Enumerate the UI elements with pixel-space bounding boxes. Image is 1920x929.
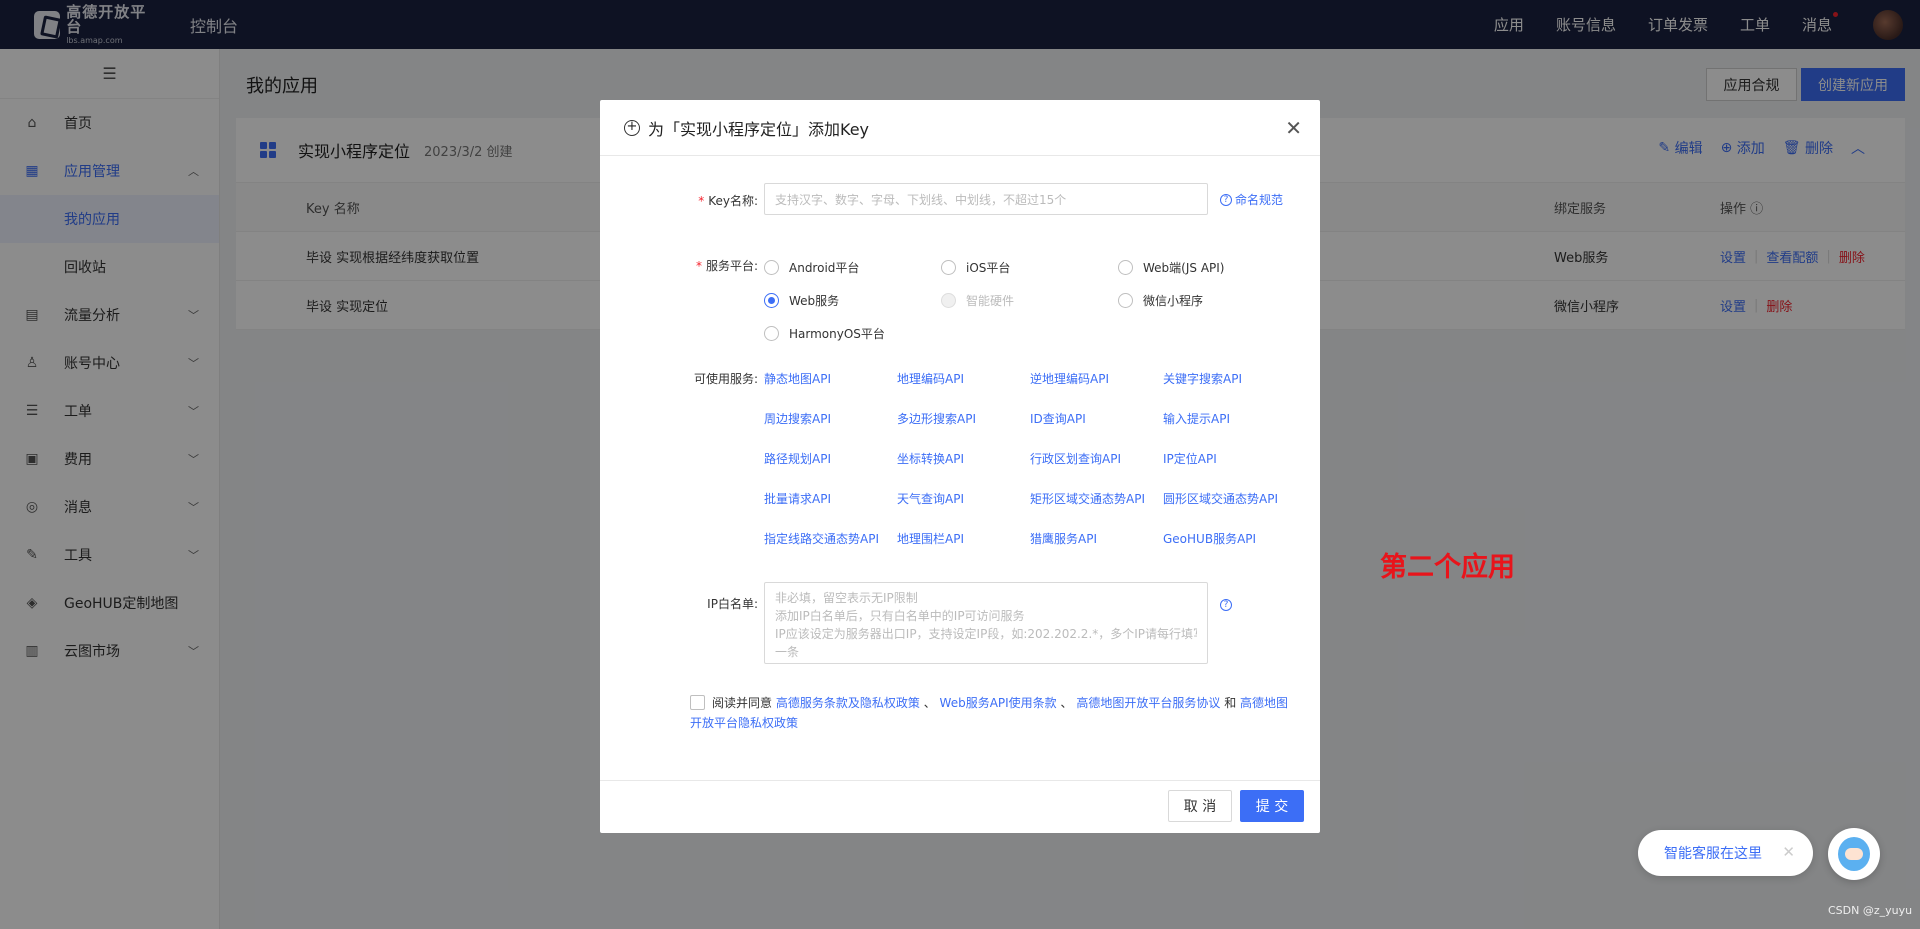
radio-web-service[interactable]: Web服务 xyxy=(764,292,839,309)
agree-and: 和 xyxy=(1224,696,1237,710)
ip-whitelist-label: IP白名单: xyxy=(707,597,758,611)
agree-separator: 、 xyxy=(923,696,936,710)
radio-label: 智能硬件 xyxy=(966,294,1015,308)
service-link[interactable]: 逆地理编码API xyxy=(1030,370,1109,387)
close-icon[interactable]: ✕ xyxy=(1782,843,1795,861)
agree-separator: 、 xyxy=(1060,696,1073,710)
dialog-header: + 为「实现小程序定位」添加Key ✕ xyxy=(600,100,1320,156)
naming-rule-label: 命名规范 xyxy=(1235,193,1284,207)
service-link[interactable]: 坐标转换API xyxy=(897,450,964,467)
radio-smart-hardware: 智能硬件 xyxy=(941,292,1014,309)
key-name-input[interactable]: 支持汉字、数字、字母、下划线、中划线，不超过15个 xyxy=(764,183,1208,215)
service-link[interactable]: 批量请求API xyxy=(764,490,831,507)
agree-prefix: 阅读并同意 xyxy=(712,696,773,710)
service-link[interactable]: 地理编码API xyxy=(897,370,964,387)
service-link[interactable]: 猎鹰服务API xyxy=(1030,530,1097,547)
key-name-label: * Key名称: xyxy=(698,194,758,208)
ip-help-icon[interactable]: ? xyxy=(1220,596,1235,611)
key-name-label-text: Key名称: xyxy=(708,194,758,208)
ip-placeholder-line: 非必填，留空表示无IP限制 xyxy=(775,591,918,605)
service-link[interactable]: 矩形区域交通态势API xyxy=(1030,490,1145,507)
service-link[interactable]: 地理围栏API xyxy=(897,530,964,547)
service-link[interactable]: 关键字搜索API xyxy=(1163,370,1242,387)
service-link[interactable]: 圆形区域交通态势API xyxy=(1163,490,1278,507)
service-link[interactable]: 路径规划API xyxy=(764,450,831,467)
service-link[interactable]: GeoHUB服务API xyxy=(1163,530,1256,547)
service-link[interactable]: 周边搜索API xyxy=(764,410,831,427)
terms-link-3[interactable]: 高德地图开放平台服务协议 xyxy=(1076,696,1220,710)
smart-support-label: 智能客服在这里 xyxy=(1664,846,1762,862)
radio-wechat-miniprogram[interactable]: 微信小程序 xyxy=(1118,292,1203,309)
dialog-footer: 取 消 提 交 xyxy=(600,780,1320,833)
ip-placeholder-line: IP应该设定为服务器出口IP，支持设定IP段，如:202.202.2.*，多个I… xyxy=(775,627,1197,641)
radio-label: HarmonyOS平台 xyxy=(789,327,885,341)
radio-label: 微信小程序 xyxy=(1143,294,1204,308)
terms-link-2[interactable]: Web服务API使用条款 xyxy=(940,696,1057,710)
radio-label: Web服务 xyxy=(789,294,840,308)
close-icon[interactable]: ✕ xyxy=(1285,116,1302,140)
radio-ios[interactable]: iOS平台 xyxy=(941,259,1010,276)
submit-button[interactable]: 提 交 xyxy=(1240,790,1304,822)
ip-placeholder-line: 添加IP白名单后，只有白名单中的IP可访问服务 xyxy=(775,609,1025,623)
service-link[interactable]: IP定位API xyxy=(1163,450,1217,467)
service-link[interactable]: ID查询API xyxy=(1030,410,1086,427)
key-name-placeholder: 支持汉字、数字、字母、下划线、中划线，不超过15个 xyxy=(775,192,1067,207)
plus-circle-icon: + xyxy=(624,119,640,136)
service-link[interactable]: 行政区划查询API xyxy=(1030,450,1121,467)
agreement-text: 阅读并同意 高德服务条款及隐私权政策 、 Web服务API使用条款 、 高德地图… xyxy=(690,693,1290,733)
robot-icon xyxy=(1838,837,1870,871)
service-link[interactable]: 指定线路交通态势API xyxy=(764,530,879,547)
platform-label: * 服务平台: xyxy=(695,259,758,273)
service-link[interactable]: 静态地图API xyxy=(764,370,831,387)
radio-android[interactable]: Android平台 xyxy=(764,259,859,276)
ip-whitelist-textarea[interactable]: 非必填，留空表示无IP限制 添加IP白名单后，只有白名单中的IP可访问服务 IP… xyxy=(764,582,1208,664)
support-bot-avatar[interactable] xyxy=(1828,828,1880,880)
help-icon: ? xyxy=(1220,193,1232,206)
radio-label: Web端(JS API) xyxy=(1143,261,1225,275)
naming-rule-link[interactable]: ? 命名规范 xyxy=(1220,191,1283,208)
watermark: CSDN @z_yuyu xyxy=(1828,904,1913,917)
radio-web-js[interactable]: Web端(JS API) xyxy=(1118,259,1224,276)
radio-harmonyos[interactable]: HarmonyOS平台 xyxy=(764,325,885,342)
platform-label-text: 服务平台: xyxy=(705,259,758,273)
dialog-title: 为「实现小程序定位」添加Key xyxy=(648,119,870,139)
radio-label: iOS平台 xyxy=(966,261,1011,275)
add-key-dialog: + 为「实现小程序定位」添加Key ✕ * Key名称: 支持汉字、数字、字母、下… xyxy=(600,100,1320,833)
service-link[interactable]: 输入提示API xyxy=(1163,410,1230,427)
radio-label: Android平台 xyxy=(789,261,860,275)
service-link[interactable]: 天气查询API xyxy=(897,490,964,507)
annotation-text: 第二个应用 xyxy=(1380,552,1515,583)
terms-link-1[interactable]: 高德服务条款及隐私权政策 xyxy=(776,696,920,710)
cancel-button[interactable]: 取 消 xyxy=(1168,790,1232,822)
smart-support-bubble[interactable]: 智能客服在这里 ✕ xyxy=(1638,830,1813,876)
ip-placeholder-line: 一条 xyxy=(775,645,800,659)
services-label: 可使用服务: xyxy=(693,372,758,386)
service-link[interactable]: 多边形搜索API xyxy=(897,410,976,427)
